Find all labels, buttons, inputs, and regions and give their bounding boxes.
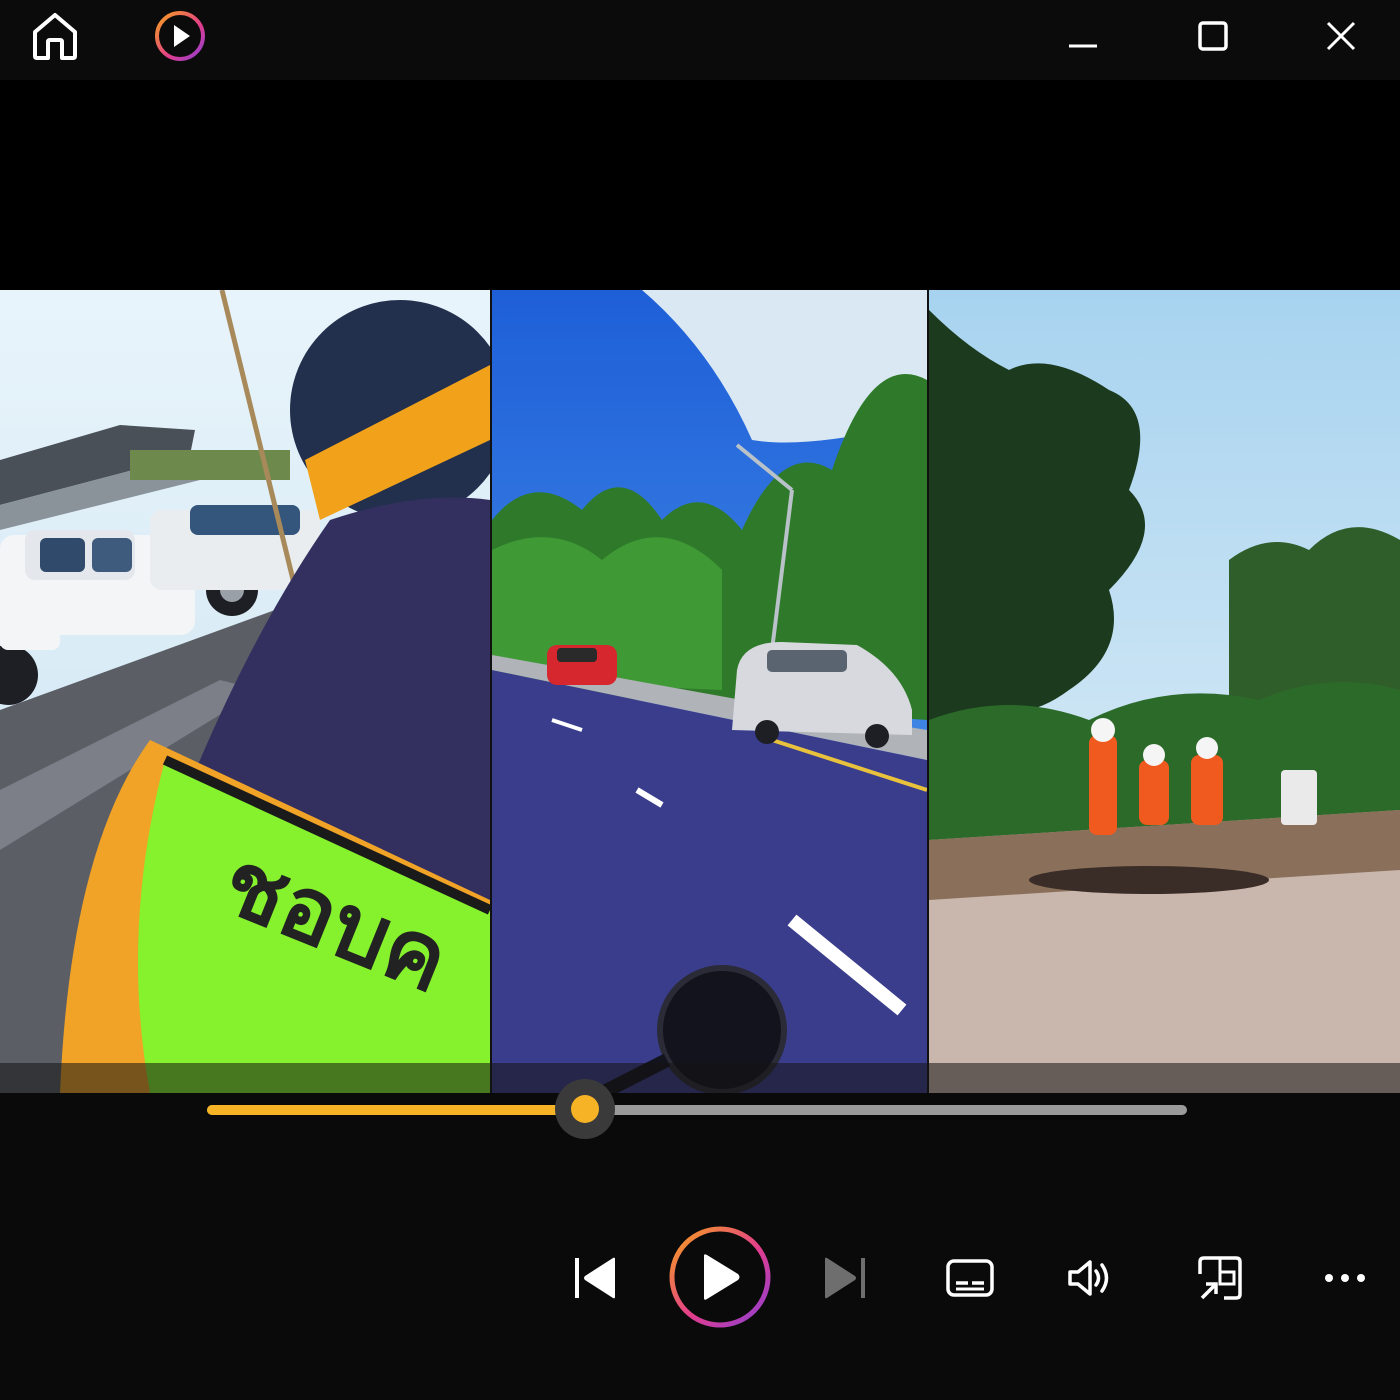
- play-button[interactable]: [666, 1223, 774, 1331]
- maximize-button[interactable]: [1180, 8, 1246, 64]
- maximize-icon: [1198, 21, 1228, 51]
- skip-next-icon: [825, 1257, 865, 1299]
- miniplayer-icon: [1198, 1256, 1242, 1300]
- subtitles-button[interactable]: [935, 1243, 1005, 1313]
- volume-icon: [1068, 1260, 1109, 1296]
- minimize-button[interactable]: [1050, 8, 1116, 64]
- play-icon: [669, 1226, 771, 1328]
- close-icon: [1326, 21, 1356, 51]
- video-bottom-shade: [0, 1063, 1400, 1093]
- play-logo-icon: [155, 11, 205, 61]
- volume-button[interactable]: [1055, 1243, 1125, 1313]
- more-options-button[interactable]: [1310, 1243, 1380, 1313]
- home-button[interactable]: [22, 8, 88, 64]
- player-controls: [0, 1079, 1400, 1400]
- title-bar: [0, 0, 1400, 80]
- video-frame[interactable]: ชอบค: [0, 290, 1400, 1093]
- app-logo: [150, 8, 210, 64]
- minimize-icon: [1069, 44, 1097, 48]
- skip-previous-icon: [575, 1257, 615, 1299]
- media-player-window: ชอบค: [0, 0, 1400, 1400]
- next-button[interactable]: [810, 1243, 880, 1313]
- seek-bar[interactable]: [207, 1079, 1187, 1139]
- seek-thumb-dot: [571, 1095, 600, 1123]
- home-icon: [33, 13, 77, 60]
- video-panel-left: ชอบค: [0, 290, 490, 1093]
- more-options-icon: [1325, 1274, 1365, 1282]
- close-button[interactable]: [1308, 8, 1374, 64]
- video-panel-middle: [492, 290, 927, 1093]
- video-panel-right: [929, 290, 1400, 1093]
- subtitles-icon: [946, 1259, 994, 1297]
- seek-thumb[interactable]: [555, 1079, 616, 1139]
- seek-progress: [207, 1105, 586, 1115]
- miniplayer-button[interactable]: [1185, 1243, 1255, 1313]
- previous-button[interactable]: [560, 1243, 630, 1313]
